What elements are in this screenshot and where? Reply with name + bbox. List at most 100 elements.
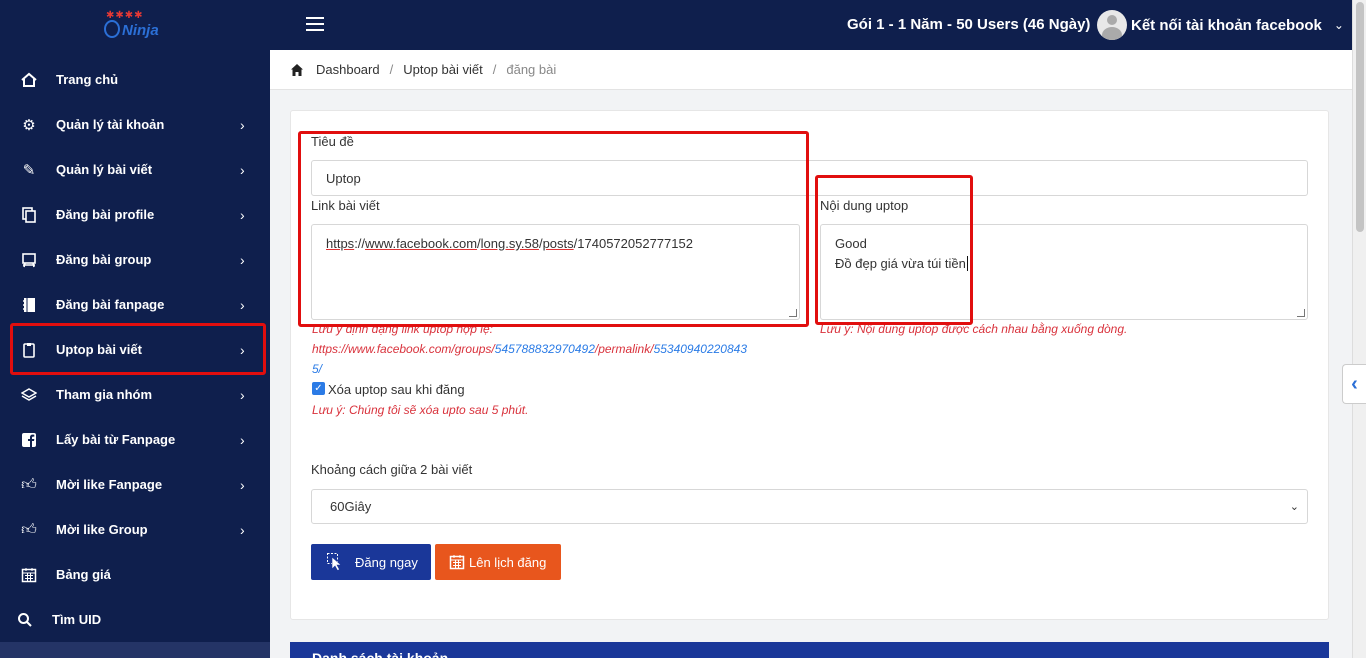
ninja-logo[interactable]: ✱✱✱✱ Ninja (100, 8, 172, 42)
breadcrumb: Dashboard / Uptop bài viết / đăng bài (270, 50, 1352, 90)
chevron-right-icon: › (240, 161, 245, 178)
chevron-right-icon: › (240, 341, 245, 358)
delete-note: Lưu ý: Chúng tôi sẽ xóa upto sau 5 phút. (312, 403, 529, 417)
menu-toggle-icon[interactable] (306, 17, 324, 33)
sidebar-item-uptop[interactable]: Uptop bài viết › (0, 327, 270, 372)
sidebar-item-label: Đăng bài profile (56, 207, 155, 222)
sidebar-item-label: Đăng bài fanpage (56, 297, 165, 312)
delete-checkbox-label[interactable]: Xóa uptop sau khi đăng (328, 382, 465, 397)
link-note-text: https://www.facebook.com/groups/ (312, 342, 495, 356)
page-scrollbar[interactable] (1352, 0, 1366, 658)
calendar-icon (449, 555, 465, 570)
link-note-text: /permalink/ (594, 342, 654, 356)
schedule-label: Lên lịch đăng (469, 554, 547, 570)
sidebar-item-posts[interactable]: ✎ Quản lý bài viết › (0, 147, 270, 192)
content-note: Lưu ý: Nội dung uptop được cách nhau bằn… (820, 322, 1128, 336)
sidebar-item-pricing[interactable]: Bảng giá (0, 552, 270, 597)
chevron-right-icon: › (240, 296, 245, 313)
thumbs-up-icon: 👍︎ (21, 475, 37, 493)
content-textarea[interactable]: Good Đồ đẹp giá vừa túi tiền​ (820, 224, 1308, 320)
chevron-right-icon: › (240, 251, 245, 268)
sidebar-item-label: Mời like Fanpage (56, 477, 163, 492)
breadcrumb-uptop[interactable]: Uptop bài viết (403, 62, 483, 77)
scrollbar-thumb[interactable] (1356, 2, 1364, 232)
sidebar-item-label: Quản lý tài khoản (56, 117, 165, 132)
thumbs-up-icon: 👍︎ (21, 520, 37, 538)
link-note-id: 545788832970492 (494, 342, 595, 356)
sidebar-item-label: Mời like Group (56, 522, 148, 537)
account-list-panel: Danh sách tài khoản (290, 642, 1329, 658)
title-input-value: Uptop (326, 171, 361, 186)
resize-grip-icon[interactable] (1297, 309, 1305, 317)
chevron-right-icon: › (240, 116, 245, 133)
link-note-id: 55340940220843 (653, 342, 747, 356)
logo-mark-icon (104, 20, 120, 38)
link-text-part: www.facebook.com (365, 236, 478, 251)
breadcrumb-dashboard[interactable]: Dashboard (316, 62, 380, 77)
sidebar-item-invite-like-group[interactable]: 👍︎ Mời like Group › (0, 507, 270, 552)
copy-icon (20, 206, 38, 224)
title-input[interactable]: Uptop (311, 160, 1308, 196)
sidebar-item-label: Tìm UID (52, 612, 102, 627)
sidebar-item-profile-post[interactable]: Đăng bài profile › (0, 192, 270, 237)
user-menu[interactable]: Kết nối tài khoản facebook ⌄ (1097, 10, 1344, 40)
chevron-right-icon: › (240, 206, 245, 223)
interval-select-value: 60Giây (330, 499, 372, 514)
link-note-text: Lưu ý định dạng link uptop hợp lệ: (312, 322, 493, 336)
calendar-icon (20, 566, 38, 584)
chevron-down-icon: ⌄ (1289, 501, 1299, 513)
link-text-part: long.sy.58 (480, 236, 539, 251)
breadcrumb-current: đăng bài (506, 62, 557, 77)
avatar (1097, 10, 1127, 40)
home-icon (20, 71, 38, 89)
sidebar-item-home[interactable]: Trang chủ (0, 57, 270, 102)
interval-select[interactable]: 60Giây ⌄ (311, 489, 1308, 524)
board-icon (20, 251, 38, 269)
sidebar: Trang chủ ⚙ Quản lý tài khoản › ✎ Quản l… (0, 50, 270, 658)
sidebar-item-label: Lấy bài từ Fanpage (56, 432, 176, 447)
post-now-button[interactable]: Đăng ngay (311, 544, 431, 580)
facebook-icon (20, 431, 38, 449)
sidebar-item-group-post[interactable]: Đăng bài group › (0, 237, 270, 282)
post-now-label: Đăng ngay (355, 554, 418, 570)
sidebar-item-label: Bảng giá (56, 567, 111, 582)
link-note-id: 5/ (312, 362, 323, 376)
link-text-part: https (326, 236, 355, 251)
sidebar-item-fanpage-fetch[interactable]: Lấy bài từ Fanpage › (0, 417, 270, 462)
sidebar-item-label: Đăng bài group (56, 252, 152, 267)
logo-text: Ninja (122, 22, 159, 39)
interval-label: Khoảng cách giữa 2 bài viết (311, 462, 473, 477)
account-list-title: Danh sách tài khoản (312, 650, 449, 658)
sidebar-item-join-group[interactable]: Tham gia nhóm › (0, 372, 270, 417)
chevron-left-icon[interactable]: ‹ (1342, 364, 1366, 404)
link-text-part: posts (542, 236, 574, 251)
sidebar-item-invite-like-fanpage[interactable]: 👍︎ Mời like Fanpage › (0, 462, 270, 507)
plan-info: Gói 1 - 1 Năm - 50 Users (46 Ngày) (847, 16, 1091, 33)
breadcrumb-separator: / (389, 62, 394, 77)
top-bar: ✱✱✱✱ Ninja Gói 1 - 1 Năm - 50 Users (46 … (0, 0, 1352, 50)
delete-after-post-checkbox[interactable]: ✓ (312, 382, 325, 395)
link-format-note: Lưu ý định dạng link uptop hợp lệ: https… (312, 319, 804, 379)
clipboard-icon (20, 341, 38, 359)
layers-icon (20, 386, 38, 404)
sidebar-overflow (0, 642, 270, 658)
sidebar-item-fanpage-post[interactable]: Đăng bài fanpage › (0, 282, 270, 327)
cursor-icon (327, 553, 342, 571)
chevron-down-icon: ⌄ (1333, 18, 1344, 32)
home-icon[interactable] (290, 63, 304, 77)
schedule-button[interactable]: Lên lịch đăng (435, 544, 561, 580)
resize-grip-icon[interactable] (789, 309, 797, 317)
sidebar-item-label: Quản lý bài viết (56, 162, 153, 177)
sidebar-item-find-uid[interactable]: Tìm UID (0, 597, 270, 642)
text-cursor: ​ (966, 256, 968, 271)
gear-icon: ⚙ (22, 116, 36, 134)
sidebar-item-account[interactable]: ⚙ Quản lý tài khoản › (0, 102, 270, 147)
link-text-part: :// (354, 236, 366, 251)
link-textarea[interactable]: https://www.facebook.com/long.sy.58/post… (311, 224, 800, 320)
sidebar-item-label: Tham gia nhóm (56, 387, 153, 402)
user-menu-label: Kết nối tài khoản facebook (1131, 16, 1322, 34)
notebook-icon (20, 296, 38, 314)
content-label: Nội dung uptop (820, 198, 909, 213)
breadcrumb-separator: / (492, 62, 497, 77)
chevron-right-icon: › (240, 386, 245, 403)
